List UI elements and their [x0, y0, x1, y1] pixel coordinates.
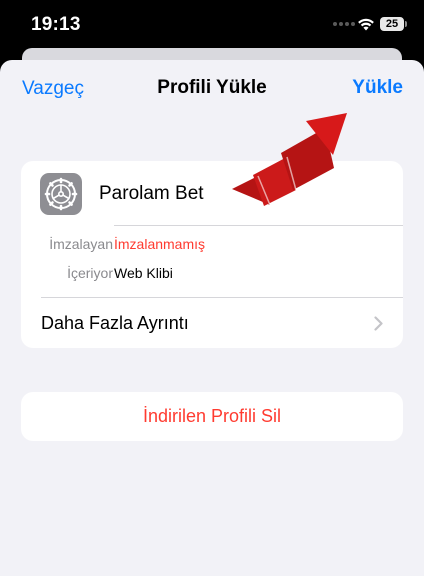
signed-by-value: İmzalanmamış: [114, 236, 206, 252]
signal-dots-icon: [333, 22, 355, 26]
contains-value: Web Klibi: [114, 265, 173, 281]
profile-name: Parolam Bet: [99, 183, 204, 204]
delete-profile-button[interactable]: İndirilen Profili Sil: [21, 392, 403, 441]
settings-gear-icon: [40, 173, 82, 215]
install-profile-sheet: Vazgeç Profili Yükle Yükle Parolam Bet İ…: [0, 60, 424, 576]
more-details-row[interactable]: Daha Fazla Ayrıntı: [21, 298, 403, 348]
wifi-icon: [358, 18, 374, 31]
profile-card: Parolam Bet İmzalayan İmzalanmamış İçeri…: [21, 161, 403, 348]
contains-label: İçeriyor: [67, 265, 113, 281]
status-bar: 19:13 25: [0, 0, 424, 50]
delete-profile-label: İndirilen Profili Sil: [142, 406, 282, 426]
more-details-label: Daha Fazla Ayrıntı: [41, 313, 189, 333]
chevron-right-icon: [374, 316, 383, 331]
divider: [114, 225, 403, 226]
status-time: 19:13: [31, 14, 81, 35]
battery-indicator: 25: [380, 17, 407, 31]
install-button[interactable]: Yükle: [352, 77, 403, 99]
signed-by-label: İmzalayan: [49, 236, 113, 252]
